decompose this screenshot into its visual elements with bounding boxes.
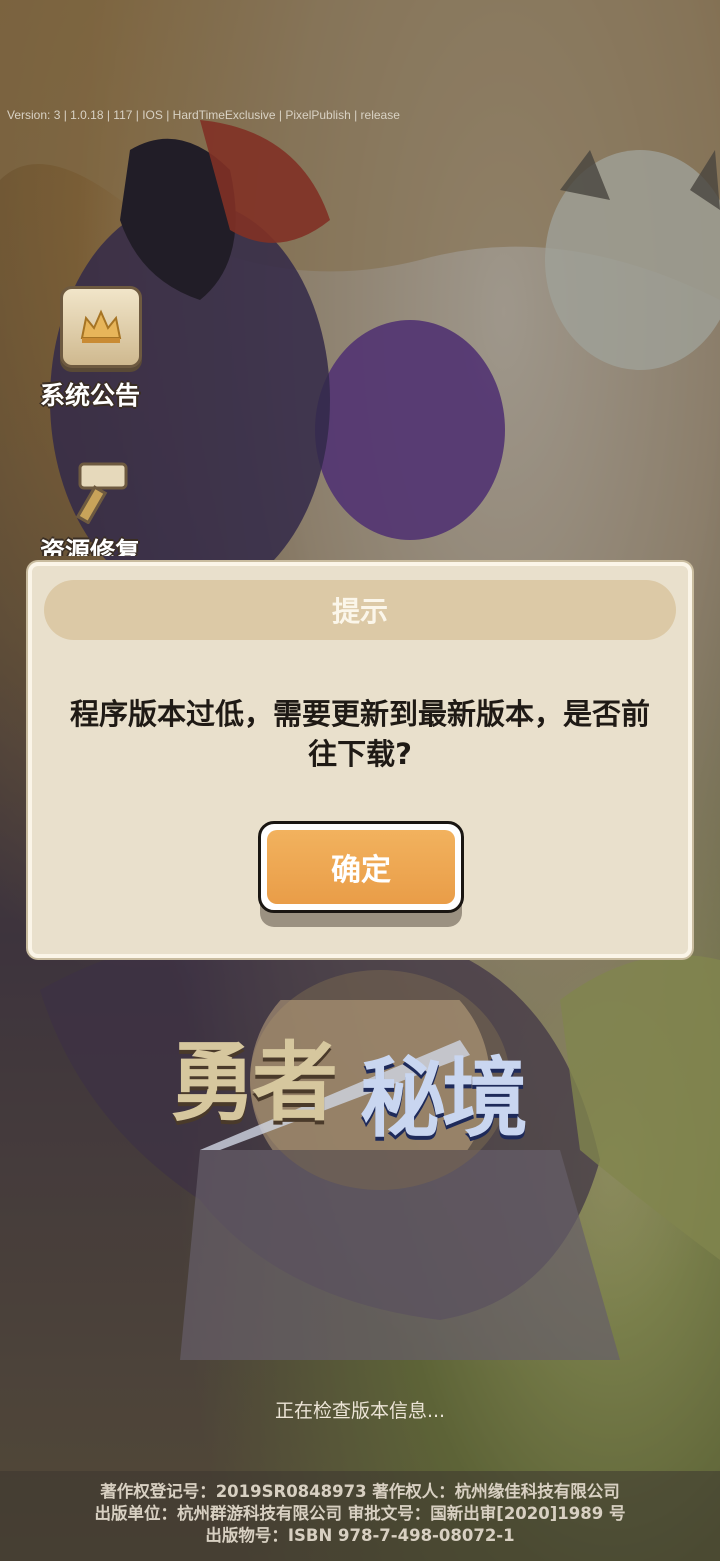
confirm-button-wrap: 确定 bbox=[258, 821, 464, 927]
repair-button[interactable]: 资源修复 bbox=[40, 448, 160, 556]
announcement-label: 系统公告 bbox=[40, 381, 141, 410]
repair-label: 资源修复 bbox=[40, 537, 141, 556]
logo-text-left: 勇者 bbox=[170, 1033, 338, 1133]
confirm-label: 确定 bbox=[267, 830, 455, 904]
update-dialog: 提示 程序版本过低，需要更新到最新版本，是否前往下载? 确定 bbox=[28, 562, 692, 958]
announcement-button[interactable]: 系统公告 bbox=[40, 286, 160, 412]
footer-line: 出版物号：ISBN 978-7-498-08072-1 bbox=[205, 1526, 515, 1545]
version-text: Version: 3 | 1.0.18 | 117 | IOS | HardTi… bbox=[7, 108, 400, 122]
game-logo: 勇者 秘境 bbox=[160, 1000, 560, 1150]
footer-line: 著作权登记号：2019SR0848973 著作权人：杭州缘佳科技有限公司 bbox=[100, 1482, 620, 1501]
dialog-message: 程序版本过低，需要更新到最新版本，是否前往下载? bbox=[69, 697, 650, 771]
dialog-title: 提示 bbox=[44, 580, 676, 640]
hammer-icon bbox=[60, 448, 136, 524]
loading-status: 正在检查版本信息... bbox=[274, 1400, 446, 1422]
confirm-button[interactable]: 确定 bbox=[258, 821, 464, 913]
logo-text-right: 秘境 bbox=[360, 1049, 528, 1149]
footer-line: 出版单位：杭州群游科技有限公司 审批文号：国新出审[2020]1989 号 bbox=[94, 1504, 626, 1523]
crown-icon bbox=[60, 286, 142, 368]
copyright-footer: 著作权登记号：2019SR0848973 著作权人：杭州缘佳科技有限公司 出版单… bbox=[0, 1471, 720, 1561]
